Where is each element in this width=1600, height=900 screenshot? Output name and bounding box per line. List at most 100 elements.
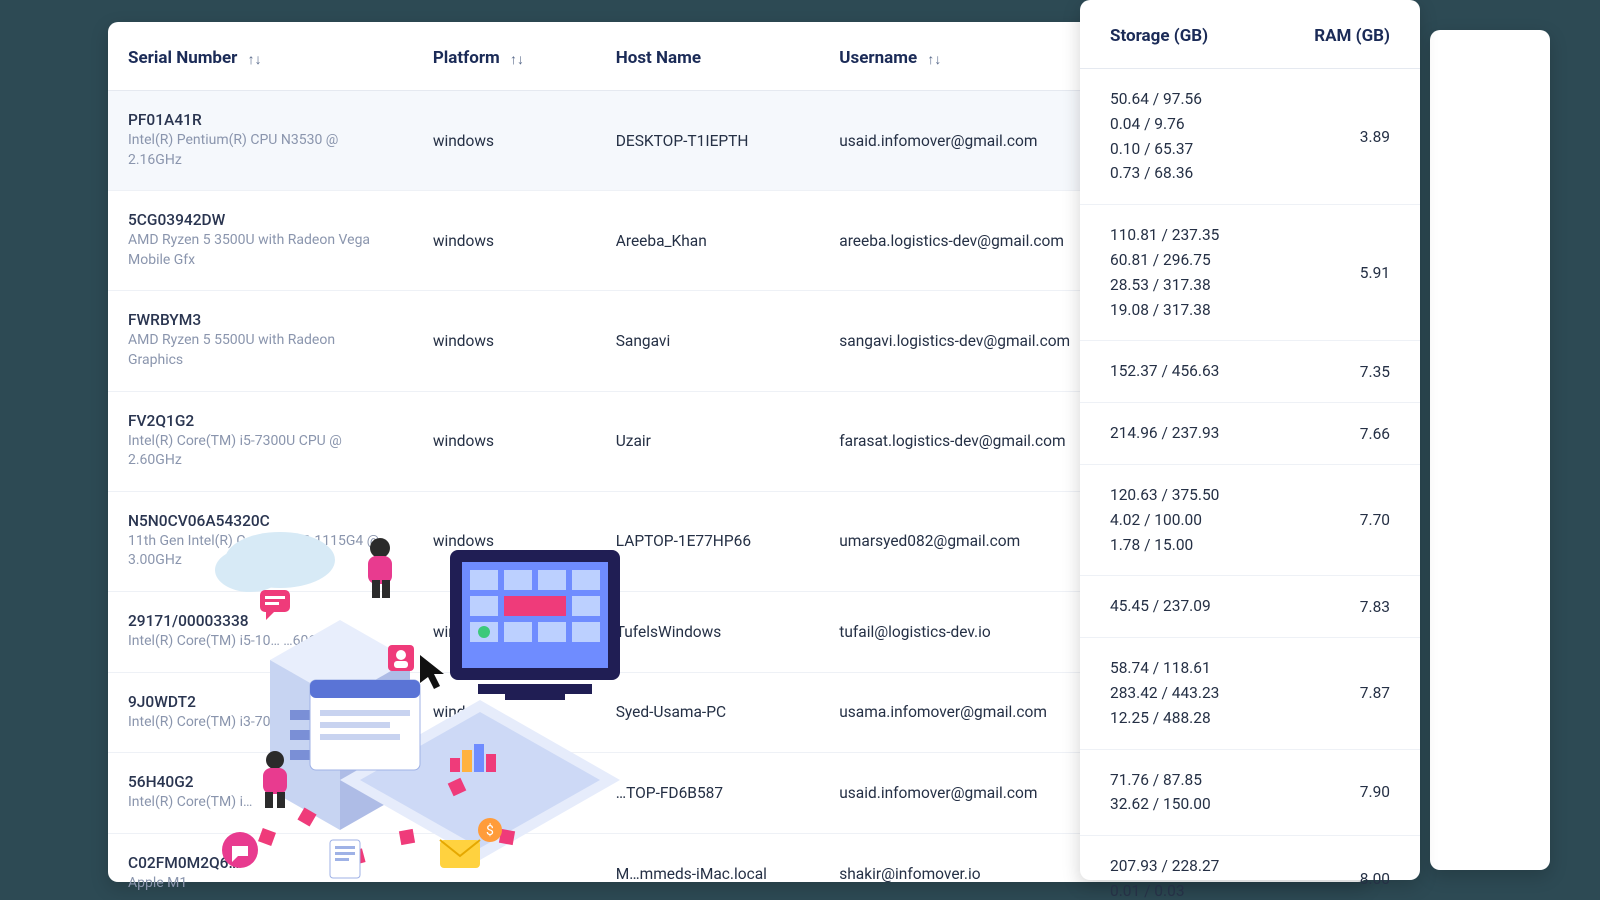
metrics-panel: Storage (GB) RAM (GB) 50.64 / 97.560.04 …	[1080, 0, 1420, 880]
storage-values: 71.76 / 87.8532.62 / 150.00	[1110, 768, 1300, 818]
storage-values: 152.37 / 456.63	[1110, 359, 1300, 384]
storage-line: 58.74 / 118.61	[1110, 656, 1300, 681]
cell-serial: 56H40G2 Intel(R) Core(TM) i…	[108, 753, 413, 834]
cpu-model: Intel(R) Core(TM) i5-7300U CPU @ 2.60GHz	[128, 432, 393, 471]
col-host-label: Host Name	[616, 48, 701, 68]
cell-platform: windows	[413, 591, 596, 672]
storage-line: 71.76 / 87.85	[1110, 768, 1300, 793]
ram-value: 3.89	[1300, 128, 1390, 146]
storage-line: 12.25 / 488.28	[1110, 706, 1300, 731]
col-ram-label[interactable]: RAM (GB)	[1300, 26, 1390, 46]
cpu-model: Intel(R) Core(TM) i5-10… …60GHz	[128, 632, 393, 652]
ram-value: 7.87	[1300, 684, 1390, 702]
storage-values: 120.63 / 375.504.02 / 100.001.78 / 15.00	[1110, 483, 1300, 557]
metrics-row: 50.64 / 97.560.04 / 9.760.10 / 65.370.73…	[1080, 69, 1420, 205]
cell-host: LAPTOP-1E77HP66	[596, 491, 820, 591]
cell-platform: windows	[413, 291, 596, 391]
cell-serial: C02FM0M2Q6… Apple M1	[108, 833, 413, 900]
metrics-row: 71.76 / 87.8532.62 / 150.007.90	[1080, 750, 1420, 837]
storage-line: 32.62 / 150.00	[1110, 792, 1300, 817]
serial-number: FV2Q1G2	[128, 412, 393, 430]
storage-line: 1.78 / 15.00	[1110, 533, 1300, 558]
ram-value: 7.70	[1300, 511, 1390, 529]
ram-value: 7.83	[1300, 598, 1390, 616]
col-serial[interactable]: Serial Number ↑↓	[108, 22, 413, 91]
cell-platform: windows	[413, 391, 596, 491]
cell-platform: windows	[413, 672, 596, 753]
ram-value: 7.66	[1300, 425, 1390, 443]
ram-value: 7.90	[1300, 783, 1390, 801]
serial-number: 29171/00003338	[128, 612, 393, 630]
storage-line: 45.45 / 237.09	[1110, 594, 1300, 619]
cell-host: Areeba_Khan	[596, 191, 820, 291]
col-storage-label[interactable]: Storage (GB)	[1110, 26, 1300, 46]
cpu-model: AMD Ryzen 5 5500U with Radeon Graphics	[128, 331, 393, 370]
cell-platform: windows	[413, 91, 596, 191]
storage-line: 0.10 / 65.37	[1110, 137, 1300, 162]
cell-serial: 5CG03942DW AMD Ryzen 5 3500U with Radeon …	[108, 191, 413, 291]
storage-line: 0.04 / 9.76	[1110, 112, 1300, 137]
cpu-model: Apple M1	[128, 874, 393, 894]
storage-line: 19.08 / 317.38	[1110, 298, 1300, 323]
storage-line: 207.93 / 228.27	[1110, 854, 1300, 879]
storage-line: 28.53 / 317.38	[1110, 273, 1300, 298]
cell-serial: FV2Q1G2 Intel(R) Core(TM) i5-7300U CPU @ …	[108, 391, 413, 491]
storage-values: 58.74 / 118.61283.42 / 443.2312.25 / 488…	[1110, 656, 1300, 730]
metrics-row: 207.93 / 228.270.01 / 0.038.00	[1080, 836, 1420, 900]
metrics-row: 214.96 / 237.937.66	[1080, 403, 1420, 465]
storage-line: 120.63 / 375.50	[1110, 483, 1300, 508]
cell-platform: …ws	[413, 753, 596, 834]
cell-host: Uzair	[596, 391, 820, 491]
col-user-label: Username	[839, 48, 917, 68]
metrics-row: 58.74 / 118.61283.42 / 443.2312.25 / 488…	[1080, 638, 1420, 749]
cpu-model: Intel(R) Pentium(R) CPU N3530 @ 2.16GHz	[128, 131, 393, 170]
serial-number: 56H40G2	[128, 773, 393, 791]
storage-line: 0.73 / 68.36	[1110, 161, 1300, 186]
sort-icon: ↑↓	[510, 51, 524, 68]
metrics-row: 110.81 / 237.3560.81 / 296.7528.53 / 317…	[1080, 205, 1420, 341]
col-serial-label: Serial Number	[128, 48, 237, 68]
cell-host: M…mmeds-iMac.local	[596, 833, 820, 900]
cell-host: Sangavi	[596, 291, 820, 391]
cell-platform: windows	[413, 191, 596, 291]
cell-serial: N5N0CV06A54320C11th Gen Intel(R) Core(TM…	[108, 491, 413, 591]
cpu-model: AMD Ryzen 5 3500U with Radeon Vega Mobil…	[128, 231, 393, 270]
col-platform-label: Platform	[433, 48, 500, 68]
cpu-model: Intel(R) Core(TM) i3-7020U CPU …	[128, 713, 393, 733]
ram-value: 5.91	[1300, 264, 1390, 282]
ram-value: 7.35	[1300, 363, 1390, 381]
serial-number: 5CG03942DW	[128, 211, 393, 229]
cell-host: TufelsWindows	[596, 591, 820, 672]
ram-value: 8.00	[1300, 870, 1390, 888]
serial-number: FWRBYM3	[128, 311, 393, 329]
storage-line: 50.64 / 97.56	[1110, 87, 1300, 112]
serial-number: 9J0WDT2	[128, 693, 393, 711]
serial-number: C02FM0M2Q6…	[128, 854, 393, 872]
storage-values: 207.93 / 228.270.01 / 0.03	[1110, 854, 1300, 900]
col-host[interactable]: Host Name	[596, 22, 820, 91]
storage-line: 283.42 / 443.23	[1110, 681, 1300, 706]
cell-serial: 29171/00003338 Intel(R) Core(TM) i5-10… ……	[108, 591, 413, 672]
col-platform[interactable]: Platform ↑↓	[413, 22, 596, 91]
storage-values: 50.64 / 97.560.04 / 9.760.10 / 65.370.73…	[1110, 87, 1300, 186]
cell-platform	[413, 833, 596, 900]
cell-host: DESKTOP-T1IEPTH	[596, 91, 820, 191]
storage-line: 0.01 / 0.03	[1110, 879, 1300, 900]
background-card	[1430, 30, 1550, 870]
sort-icon: ↑↓	[927, 51, 941, 68]
cpu-model: 11th Gen Intel(R) Core(TM) i3-1115G4 @ 3…	[128, 532, 393, 571]
storage-values: 45.45 / 237.09	[1110, 594, 1300, 619]
storage-values: 110.81 / 237.3560.81 / 296.7528.53 / 317…	[1110, 223, 1300, 322]
storage-values: 214.96 / 237.93	[1110, 421, 1300, 446]
cell-serial: PF01A41RIntel(R) Pentium(R) CPU N3530 @ …	[108, 91, 413, 191]
metrics-row: 45.45 / 237.097.83	[1080, 576, 1420, 638]
cell-platform: windows	[413, 491, 596, 591]
metrics-row: 152.37 / 456.637.35	[1080, 341, 1420, 403]
metrics-rows: 50.64 / 97.560.04 / 9.760.10 / 65.370.73…	[1080, 69, 1420, 900]
storage-line: 152.37 / 456.63	[1110, 359, 1300, 384]
cell-serial: 9J0WDT2 Intel(R) Core(TM) i3-7020U CPU …	[108, 672, 413, 753]
sort-icon: ↑↓	[248, 51, 262, 68]
storage-line: 4.02 / 100.00	[1110, 508, 1300, 533]
cpu-model: Intel(R) Core(TM) i…	[128, 793, 393, 813]
storage-line: 214.96 / 237.93	[1110, 421, 1300, 446]
